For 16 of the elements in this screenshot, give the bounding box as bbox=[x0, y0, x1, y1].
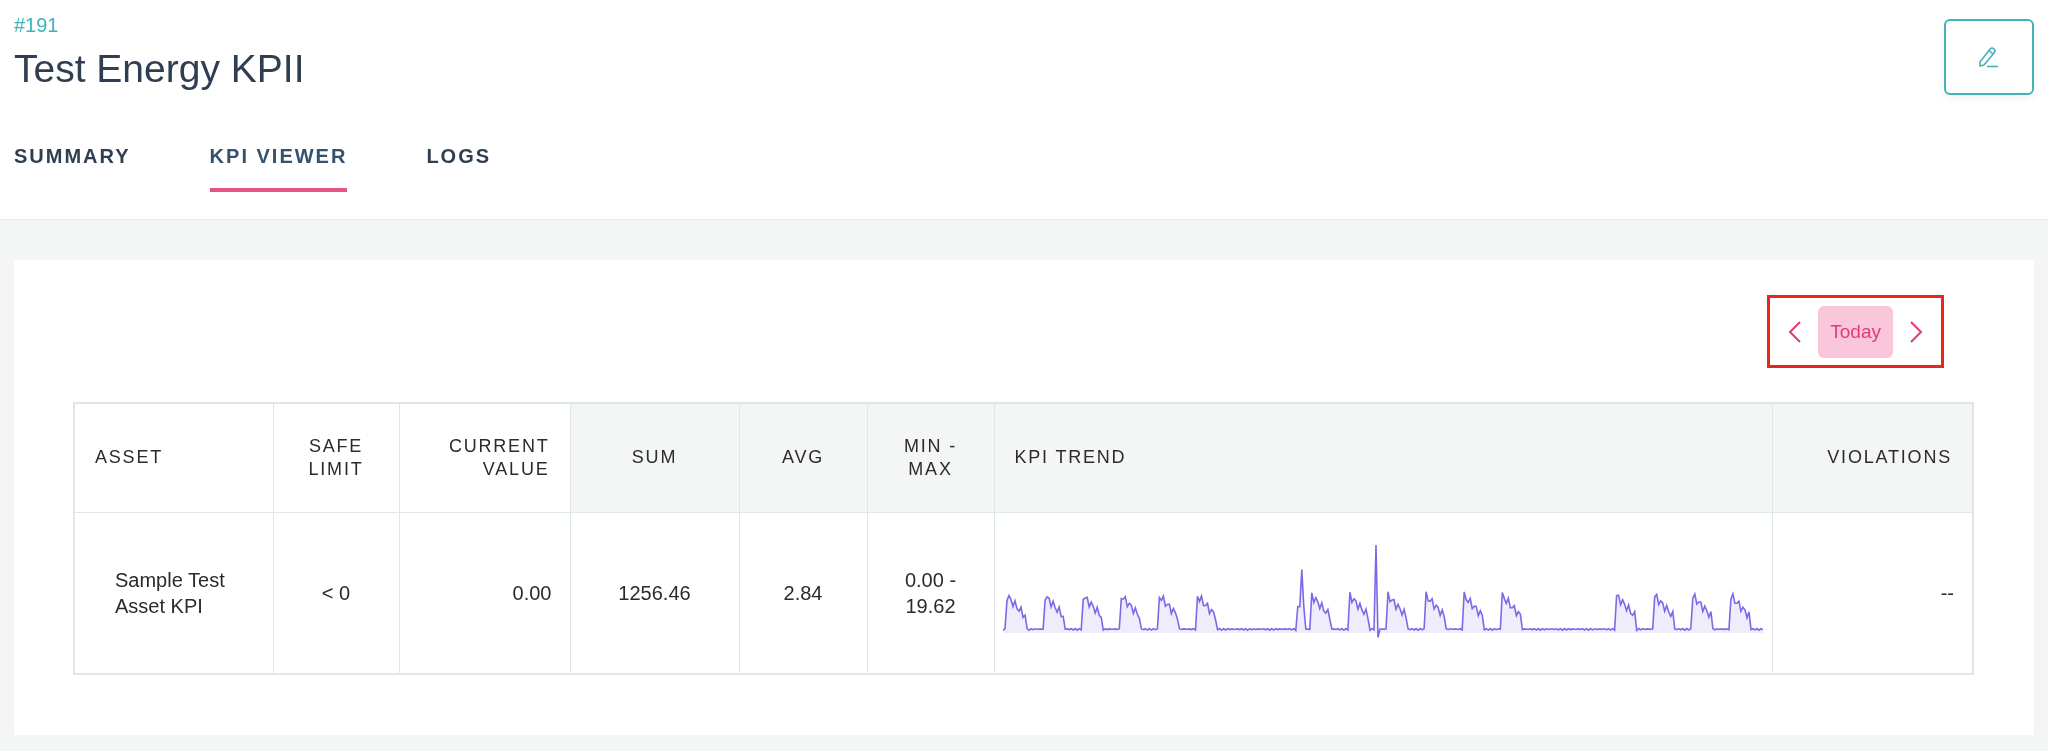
tab[interactable]: SUMMARY bbox=[14, 139, 131, 192]
tab[interactable]: KPI VIEWER bbox=[209, 139, 348, 192]
column-header: CURRENT VALUE bbox=[399, 403, 570, 513]
column-header: VIOLATIONS bbox=[1772, 403, 1973, 513]
tab[interactable]: LOGS bbox=[426, 139, 492, 192]
record-id: #191 bbox=[14, 14, 59, 37]
column-header: SUM bbox=[570, 403, 739, 513]
page-title: Test Energy KPII bbox=[14, 47, 305, 91]
column-header: AVG bbox=[739, 403, 867, 513]
edit-button[interactable] bbox=[1944, 19, 2034, 95]
chevron-left-icon bbox=[1788, 319, 1803, 344]
chevron-right-icon bbox=[1909, 319, 1923, 344]
column-header: MIN - MAX bbox=[867, 403, 994, 513]
column-header: SAFE LIMIT bbox=[273, 403, 399, 513]
column-header: ASSET bbox=[74, 403, 273, 513]
column-header: KPI TREND bbox=[994, 403, 1772, 513]
